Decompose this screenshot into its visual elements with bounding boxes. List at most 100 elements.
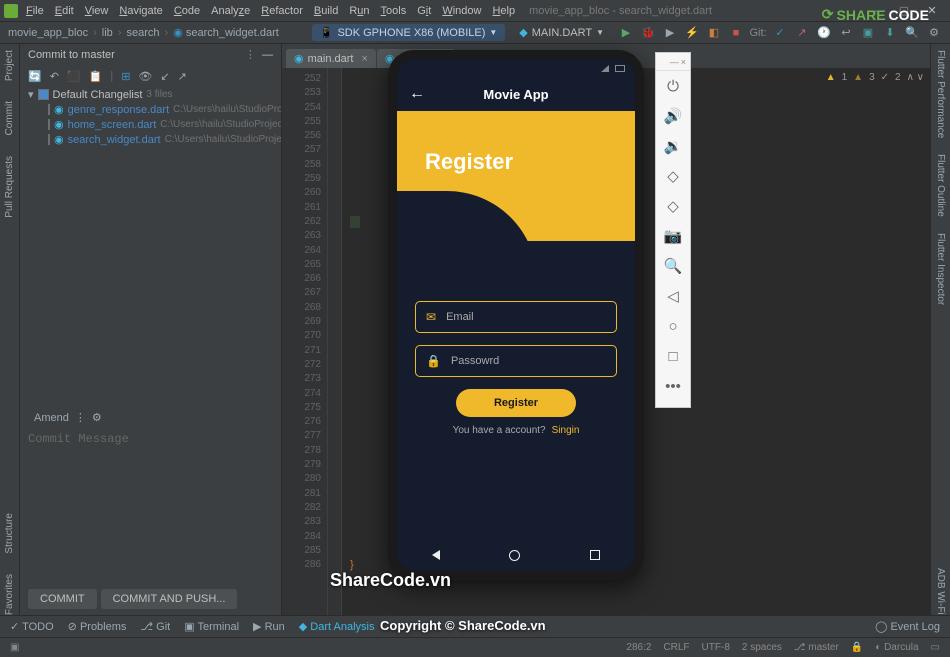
encoding[interactable]: UTF-8: [702, 642, 730, 653]
expand-icon[interactable]: ↙: [160, 70, 169, 83]
email-field[interactable]: ✉ Email: [415, 301, 617, 333]
tool-flutter-performance[interactable]: Flutter Performance: [935, 50, 946, 138]
tool-project[interactable]: Project: [4, 50, 15, 81]
git-history-icon[interactable]: 🕐: [816, 25, 832, 41]
password-field[interactable]: 🔒 Passowrd: [415, 345, 617, 377]
git-branch[interactable]: ⎇ master: [794, 642, 839, 653]
rotate-left-icon[interactable]: ◇: [656, 161, 690, 191]
tool-pull-requests[interactable]: Pull Requests: [4, 156, 15, 218]
run-config-selector[interactable]: ◆ MAIN.DART ▼: [511, 24, 612, 41]
commit-push-button[interactable]: COMMIT AND PUSH...: [101, 589, 238, 609]
tool-run[interactable]: ▶ Run: [253, 620, 285, 633]
emu-close-icon[interactable]: ×: [681, 57, 686, 67]
menu-code[interactable]: Code: [174, 5, 200, 17]
tab-main[interactable]: ◉main.dart×: [286, 49, 376, 68]
changelist-icon[interactable]: 📋: [89, 70, 103, 83]
tool-git[interactable]: ⎇ Git: [140, 620, 170, 633]
rollback-icon[interactable]: ↶: [50, 70, 59, 83]
tool-flutter-outline[interactable]: Flutter Outline: [935, 154, 946, 217]
theme[interactable]: ◐ Darcula: [875, 642, 918, 653]
commit-message-input[interactable]: Commit Message: [20, 428, 281, 450]
tool-favorites[interactable]: Favorites: [4, 574, 15, 615]
lock-icon[interactable]: 🔒: [851, 642, 863, 653]
debug-icon[interactable]: 🐞: [640, 25, 656, 41]
zoom-icon[interactable]: 🔍: [656, 251, 690, 281]
indent[interactable]: 2 spaces: [742, 642, 782, 653]
memory-icon[interactable]: ▭: [931, 642, 940, 653]
tool-commit[interactable]: Commit: [4, 101, 15, 135]
git-rollback-icon[interactable]: ↩: [838, 25, 854, 41]
device-selector[interactable]: 📱 SDK GPHONE X86 (MOBILE) ▼: [312, 24, 506, 41]
diff-icon[interactable]: ⬛: [67, 70, 81, 83]
collapse-icon[interactable]: ↗: [178, 70, 187, 83]
overview-nav-icon[interactable]: □: [656, 341, 690, 371]
tool-terminal[interactable]: ▣ Terminal: [184, 620, 239, 633]
tool-structure[interactable]: Structure: [4, 513, 15, 554]
volume-up-icon[interactable]: 🔊: [656, 101, 690, 131]
menu-run[interactable]: Run: [349, 5, 369, 17]
stop-icon[interactable]: ■: [728, 25, 744, 41]
changelist-row[interactable]: ▾ Default Changelist 3 files: [20, 87, 281, 102]
history-icon[interactable]: ⋮: [75, 411, 86, 424]
nav-home-icon[interactable]: [509, 550, 520, 561]
tool-dart-analysis[interactable]: ◆ Dart Analysis: [299, 620, 375, 633]
line-sep[interactable]: CRLF: [663, 642, 689, 653]
tool-todo[interactable]: ✓ TODO: [10, 620, 54, 633]
register-button[interactable]: Register: [456, 389, 576, 417]
breadcrumb-file[interactable]: search_widget.dart: [186, 27, 279, 39]
breadcrumb-root[interactable]: movie_app_bloc: [8, 27, 88, 39]
emu-minimize-icon[interactable]: —: [670, 57, 679, 67]
file-row[interactable]: ◉ home_screen.dart C:\Users\hailu\Studio…: [20, 117, 281, 132]
hide-panel-icon[interactable]: —: [262, 49, 273, 61]
power-icon[interactable]: ⏻: [656, 71, 690, 101]
breadcrumb-search[interactable]: search: [126, 27, 159, 39]
problems-indicator[interactable]: ▲1 ▲3 ✓2 ∧ ∨: [826, 72, 924, 83]
checkbox[interactable]: [38, 89, 49, 100]
more-icon[interactable]: ⋮: [245, 49, 256, 61]
avd-icon[interactable]: ▣: [860, 25, 876, 41]
menu-git[interactable]: Git: [417, 5, 431, 17]
menu-edit[interactable]: Edit: [55, 5, 74, 17]
coverage-icon[interactable]: ▶: [662, 25, 678, 41]
menu-window[interactable]: Window: [442, 5, 481, 17]
search-icon[interactable]: 🔍: [904, 25, 920, 41]
volume-down-icon[interactable]: 🔉: [656, 131, 690, 161]
hot-reload-icon[interactable]: ⚡: [684, 25, 700, 41]
breadcrumb-lib[interactable]: lib: [102, 27, 113, 39]
gear-icon[interactable]: ⚙: [92, 411, 102, 424]
menu-tools[interactable]: Tools: [381, 5, 407, 17]
group-icon[interactable]: ⊞: [121, 70, 130, 83]
tool-problems[interactable]: ⊘ Problems: [68, 620, 127, 633]
tool-adb-wifi[interactable]: ADB Wi-Fi: [935, 568, 946, 615]
signin-link[interactable]: Singin: [552, 425, 580, 436]
nav-recent-icon[interactable]: [590, 550, 600, 560]
checkbox[interactable]: [48, 104, 50, 115]
tool-event-log[interactable]: ◯ Event Log: [875, 620, 940, 633]
file-row[interactable]: ◉ genre_response.dart C:\Users\hailu\Stu…: [20, 102, 281, 117]
menu-analyze[interactable]: Analyze: [211, 5, 250, 17]
git-branch-icon[interactable]: ↗: [794, 25, 810, 41]
menu-help[interactable]: Help: [492, 5, 515, 17]
tool-flutter-inspector[interactable]: Flutter Inspector: [935, 233, 946, 305]
refresh-icon[interactable]: 🔄: [28, 70, 42, 83]
menu-navigate[interactable]: Navigate: [119, 5, 162, 17]
close-tab-icon[interactable]: ×: [361, 53, 367, 65]
checkbox[interactable]: [48, 134, 50, 145]
sdk-icon[interactable]: ⬇: [882, 25, 898, 41]
view-icon[interactable]: 👁: [138, 70, 152, 83]
screenshot-icon[interactable]: 📷: [656, 221, 690, 251]
git-update-icon[interactable]: ✓: [772, 25, 788, 41]
nav-back-icon[interactable]: [432, 550, 440, 560]
status-indicator-icon[interactable]: ▣: [10, 642, 19, 653]
checkbox[interactable]: [48, 119, 50, 130]
settings-icon[interactable]: ⚙: [926, 25, 942, 41]
menu-file[interactable]: FFileile: [26, 5, 44, 17]
run-icon[interactable]: ▶: [618, 25, 634, 41]
back-icon[interactable]: ←: [409, 85, 425, 103]
file-row[interactable]: ◉ search_widget.dart C:\Users\hailu\Stud…: [20, 132, 281, 147]
menu-build[interactable]: Build: [314, 5, 338, 17]
rotate-right-icon[interactable]: ◇: [656, 191, 690, 221]
back-nav-icon[interactable]: ◁: [656, 281, 690, 311]
more-options-icon[interactable]: •••: [656, 371, 690, 401]
caret-position[interactable]: 286:2: [626, 642, 651, 653]
